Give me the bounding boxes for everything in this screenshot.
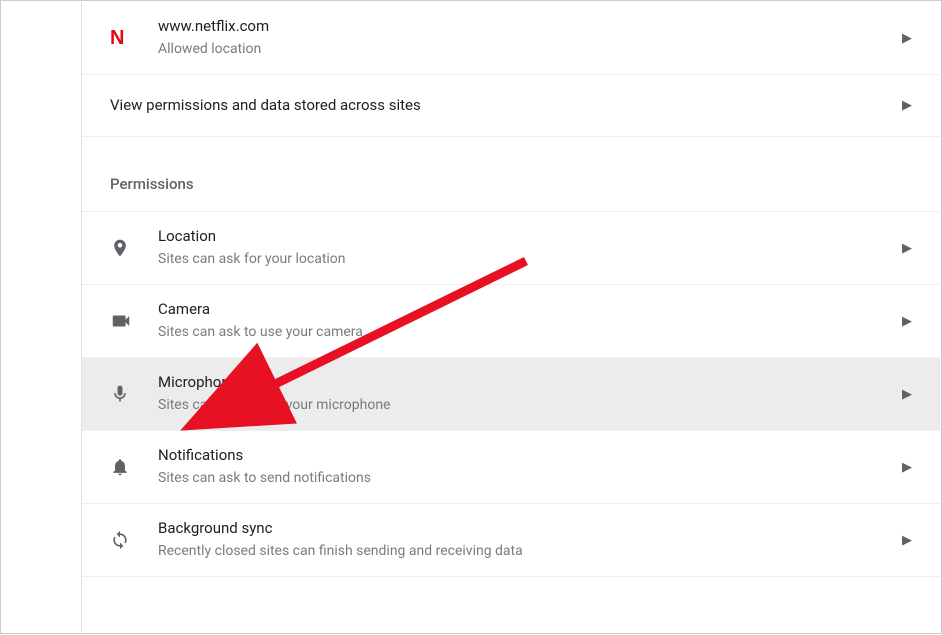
chevron-right-icon: ▶ <box>902 533 920 548</box>
permission-title: Location <box>158 226 902 247</box>
view-all-permissions-row[interactable]: View permissions and data stored across … <box>82 75 940 137</box>
view-all-label: View permissions and data stored across … <box>110 95 902 116</box>
permission-title: Camera <box>158 299 902 320</box>
camera-icon <box>110 310 158 332</box>
recent-site-row[interactable]: N www.netflix.com Allowed location ▶ <box>82 2 940 75</box>
recent-site-domain: www.netflix.com <box>158 16 902 37</box>
permission-subtitle: Sites can ask for your location <box>158 249 902 270</box>
permission-row-background-sync[interactable]: Background sync Recently closed sites ca… <box>82 504 940 577</box>
permission-row-camera[interactable]: Camera Sites can ask to use your camera … <box>82 285 940 358</box>
sync-icon <box>110 530 158 550</box>
permission-title: Background sync <box>158 518 902 539</box>
chevron-right-icon: ▶ <box>902 314 920 329</box>
location-icon <box>110 238 158 258</box>
chevron-right-icon: ▶ <box>902 387 920 402</box>
notifications-icon <box>110 457 158 477</box>
permission-row-notifications[interactable]: Notifications Sites can ask to send noti… <box>82 431 940 504</box>
settings-panel: N www.netflix.com Allowed location ▶ Vie… <box>81 2 940 632</box>
chevron-right-icon: ▶ <box>902 98 920 113</box>
permission-subtitle: Recently closed sites can finish sending… <box>158 541 902 562</box>
permission-title: Microphone <box>158 372 902 393</box>
permission-row-microphone[interactable]: Microphone Sites can ask to use your mic… <box>82 358 940 431</box>
chevron-right-icon: ▶ <box>902 460 920 475</box>
permissions-section-header: Permissions <box>82 137 940 211</box>
chevron-right-icon: ▶ <box>902 31 920 46</box>
permission-subtitle: Sites can ask to send notifications <box>158 468 902 489</box>
permission-subtitle: Sites can ask to use your microphone <box>158 395 902 416</box>
permission-subtitle: Sites can ask to use your camera <box>158 322 902 343</box>
chevron-right-icon: ▶ <box>902 241 920 256</box>
netflix-icon: N <box>110 27 158 50</box>
recent-site-status: Allowed location <box>158 39 902 60</box>
microphone-icon <box>110 384 158 404</box>
permission-row-location[interactable]: Location Sites can ask for your location… <box>82 211 940 285</box>
permission-title: Notifications <box>158 445 902 466</box>
